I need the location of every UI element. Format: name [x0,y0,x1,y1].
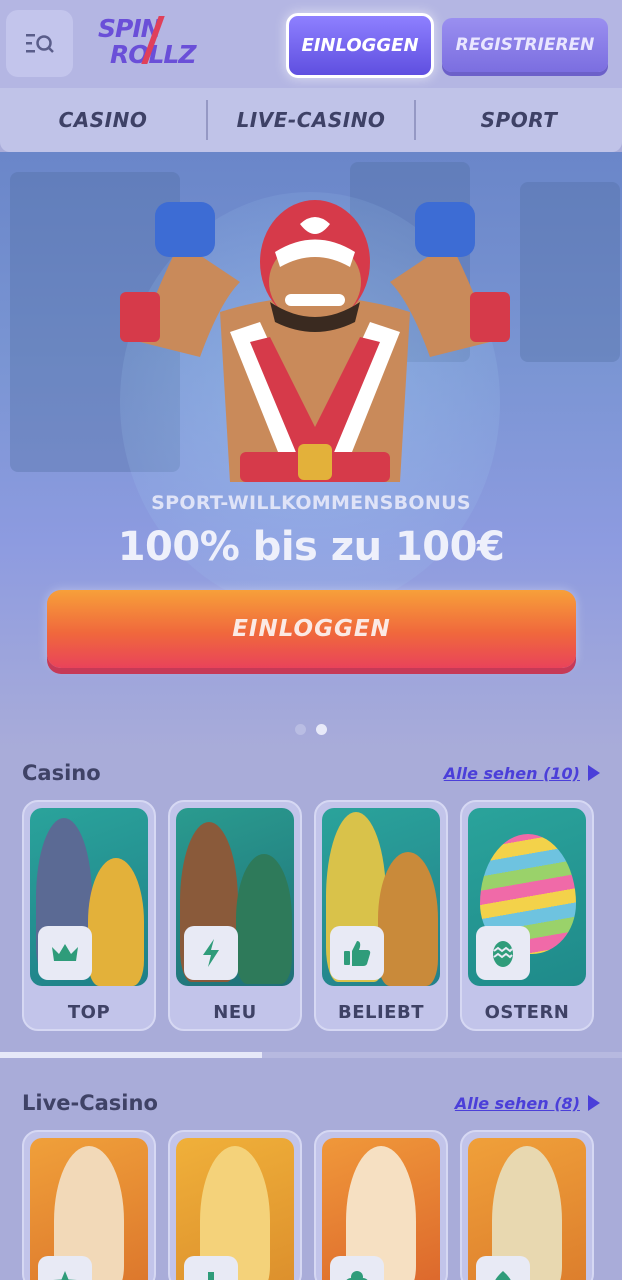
category-label: NEU [213,1002,257,1023]
star-icon [53,1271,77,1280]
live-casino-category-row[interactable] [22,1130,622,1280]
spade-icon [495,1271,511,1280]
hero-banner[interactable]: SPORT-WILLKOMMENSBONUS 100% bis zu 100€ … [0,152,622,752]
casino-category-row[interactable]: TOP NEU BELIEBT OSTERN [22,800,622,1031]
category-thumbnail [322,808,440,986]
category-badge [476,926,530,980]
easter-egg-icon [493,941,513,967]
live-category-thumbnail [468,1138,586,1280]
live-category-card[interactable] [22,1130,156,1280]
category-label: OSTERN [484,1002,570,1023]
logo[interactable]: SPIN ROLLZ [98,16,198,72]
category-badge [476,1256,530,1280]
category-badge [38,926,92,980]
live-casino-see-all-link[interactable]: Alle sehen (8) [455,1094,600,1113]
menu-search-button[interactable] [6,10,73,77]
lightning-icon [203,939,219,967]
carousel-dots [0,724,622,735]
live-category-card[interactable] [460,1130,594,1280]
category-card-neu[interactable]: NEU [168,800,302,1031]
casino-section-title: Casino [22,761,101,785]
live-category-thumbnail [176,1138,294,1280]
tab-sport[interactable]: SPORT [416,88,622,152]
live-casino-see-all-label: Alle sehen (8) [454,1093,580,1113]
category-thumbnail [30,808,148,986]
category-badge [184,926,238,980]
casino-see-all-link[interactable]: Alle sehen (10) [444,764,600,783]
header: SPIN ROLLZ EINLOGGEN REGISTRIEREN [0,0,622,88]
background-tower [520,182,620,362]
tab-live-casino[interactable]: LIVE-CASINO [208,88,414,152]
chevron-right-icon [588,765,600,781]
casino-see-all-label: Alle sehen (10) [443,763,580,783]
clover-icon [346,1271,368,1280]
carousel-dot[interactable] [295,724,306,735]
live-casino-section-title: Live-Casino [22,1091,158,1115]
hero-subtitle: SPORT-WILLKOMMENSBONUS [151,492,471,514]
category-thumbnail [468,808,586,986]
casino-section-header: Casino Alle sehen (10) [22,758,600,788]
live-category-card[interactable] [314,1130,448,1280]
tab-casino[interactable]: CASINO [0,88,206,152]
category-badge [184,1256,238,1280]
hero-login-button[interactable]: EINLOGGEN [47,590,576,668]
search-list-icon [25,33,54,53]
logo-line1: SPIN [98,14,162,43]
live-casino-section-header: Live-Casino Alle sehen (8) [22,1088,600,1118]
hero-title: 100% bis zu 100€ [117,524,505,570]
category-label: TOP [67,1002,111,1023]
live-category-thumbnail [30,1138,148,1280]
category-badge [330,926,384,980]
category-card-beliebt[interactable]: BELIEBT [314,800,448,1031]
casino-scrollbar-thumb[interactable] [0,1052,262,1058]
category-label: BELIEBT [338,1002,424,1023]
live-category-thumbnail [322,1138,440,1280]
plus-icon [208,1272,214,1280]
login-button[interactable]: EINLOGGEN [286,13,434,78]
live-category-card[interactable] [168,1130,302,1280]
thumbs-up-icon [344,941,371,966]
chevron-right-icon [588,1095,600,1111]
main-nav: CASINO LIVE-CASINO SPORT [0,88,622,152]
category-thumbnail [176,808,294,986]
category-badge [330,1256,384,1280]
category-badge [38,1256,92,1280]
category-card-ostern[interactable]: OSTERN [460,800,594,1031]
category-card-top[interactable]: TOP [22,800,156,1031]
wrestler-mascot-illustration [120,200,510,482]
register-button[interactable]: REGISTRIEREN [442,18,608,72]
carousel-dot-active[interactable] [316,724,327,735]
crown-icon [52,944,78,961]
